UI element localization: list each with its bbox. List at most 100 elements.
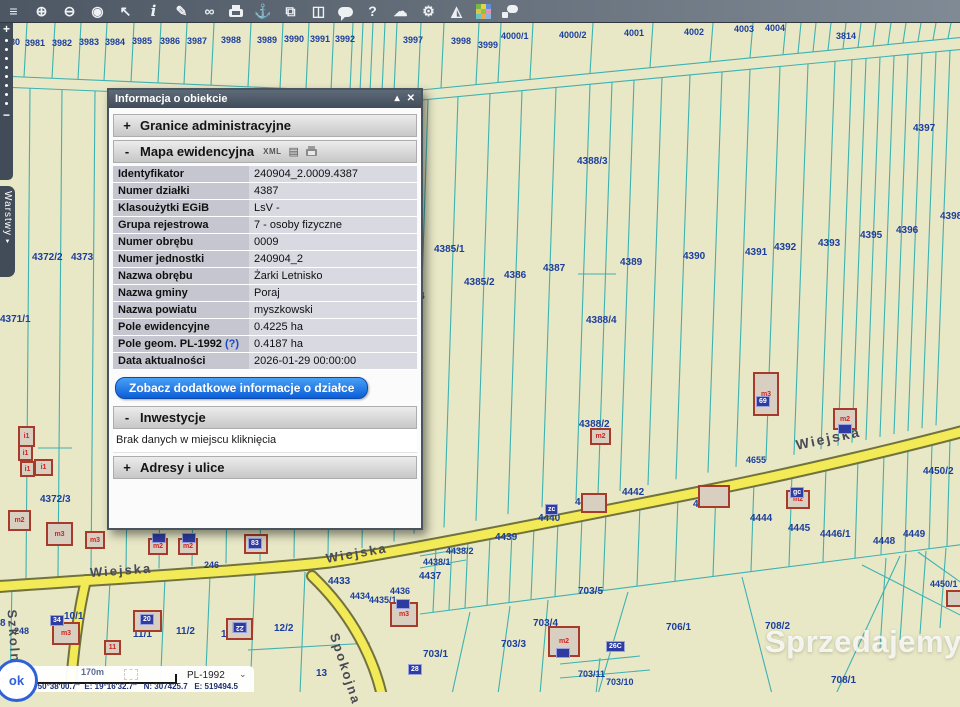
address-plate xyxy=(152,533,166,543)
anchor-icon[interactable]: ⚓ xyxy=(254,2,271,20)
parcel-label: 3985 xyxy=(132,36,152,46)
draw-measure-icon[interactable]: ✎ xyxy=(173,2,190,20)
parcel-label: 4371/1 xyxy=(0,314,31,325)
parcel-label: 4385/2 xyxy=(464,277,495,288)
chevron-down-icon: ▼ xyxy=(5,239,11,245)
section-granice-administracyjne[interactable]: + Granice administracyjne xyxy=(113,114,417,137)
more-info-button[interactable]: Zobacz dodatkowe informacje o działce xyxy=(115,377,368,399)
no-data-message: Brak danych w miejscu kliknięcia xyxy=(113,429,417,453)
pointer-icon[interactable]: ↖ xyxy=(117,2,134,20)
info-row: Numer obrębu0009 xyxy=(113,234,417,251)
address-plate: 34 xyxy=(50,615,64,626)
parcel-label: 3991 xyxy=(310,34,330,44)
address-plate: 83 xyxy=(248,538,262,549)
info-row: Klasoużytki EGiBLsV - xyxy=(113,200,417,217)
building-icon: i1 xyxy=(34,459,53,476)
parcel-label: 4438/2 xyxy=(446,546,474,556)
parcel-label: 3998 xyxy=(451,36,471,46)
parcel-label: 4395 xyxy=(860,230,882,241)
layers-tab-label: Warstwy xyxy=(2,191,13,236)
select-area-icon[interactable]: ◉ xyxy=(89,2,106,20)
parcel-label: 12/2 xyxy=(274,623,293,634)
info-row: Nazwa gminyPoraj xyxy=(113,285,417,302)
prism-icon[interactable]: ◭ xyxy=(448,2,465,20)
xml-link[interactable]: XML xyxy=(263,147,281,156)
parcel-label: 4445 xyxy=(788,523,810,534)
parcel-label: 4000/2 xyxy=(559,30,587,40)
parcel-label: 13 xyxy=(316,668,327,679)
parcel-label: 4388/3 xyxy=(577,156,608,167)
print-icon[interactable] xyxy=(306,149,317,156)
info-icon[interactable]: i xyxy=(145,2,162,20)
watermark: Sprzedajemy.pl xyxy=(765,624,960,660)
parcel-label: 4389 xyxy=(620,257,642,268)
parcel-label: 4000/1 xyxy=(501,31,529,41)
address-plate: 69 xyxy=(756,396,770,407)
zoom-out-button[interactable]: − xyxy=(3,108,10,122)
parcel-label: 703/1 xyxy=(423,649,448,660)
window-body: + Granice administracyjne - Mapa ewidenc… xyxy=(109,108,421,528)
parcel-label: 703/3 xyxy=(501,639,526,650)
settings-icon[interactable]: ⚙ xyxy=(420,2,437,20)
parcel-label: 4387 xyxy=(543,263,565,274)
section-adresy-i-ulice[interactable]: + Adresy i ulice xyxy=(113,456,417,479)
info-row: Pole ewidencyjne0.4225 ha xyxy=(113,319,417,336)
building-icon: i1 xyxy=(20,461,35,477)
parcel-label: 4444 xyxy=(750,513,772,524)
parcel-label: 4397 xyxy=(913,123,935,134)
parcel-label: 706/1 xyxy=(666,622,691,633)
help-link[interactable]: (?) xyxy=(222,338,239,350)
cloud-download-icon[interactable]: ☁ xyxy=(392,2,409,20)
parcel-label: 3814 xyxy=(836,31,856,41)
list-icon[interactable]: ▤ xyxy=(289,145,299,158)
parcel-label: 4439 xyxy=(495,532,517,543)
building-icon: 11 xyxy=(104,640,121,655)
help-icon[interactable]: ? xyxy=(364,2,381,20)
parcel-label: 4373 xyxy=(71,252,93,263)
parcel-label: 3984 xyxy=(105,37,125,47)
parcel-label: 4386 xyxy=(504,270,526,281)
ok-badge: ok xyxy=(0,659,38,702)
section-inwestycje[interactable]: - Inwestycje xyxy=(113,406,417,429)
collapse-icon[interactable]: ▴ xyxy=(395,94,400,104)
parcel-label: 4385/1 xyxy=(434,244,465,255)
chevron-down-icon[interactable]: ⌄ xyxy=(239,669,247,680)
feedback-icon[interactable] xyxy=(502,5,518,18)
scale-label: 170m xyxy=(81,667,104,677)
layers-icon[interactable]: ≡ xyxy=(5,2,22,20)
parcel-label: 4446/1 xyxy=(820,529,851,540)
zoom-in-button[interactable]: + xyxy=(3,22,10,36)
parcel-label: 4392 xyxy=(774,242,796,253)
address-plate: 22 xyxy=(233,622,247,633)
info-row: Numer działki4387 xyxy=(113,183,417,200)
building-icon: m3 xyxy=(85,531,105,549)
link-icon[interactable]: ∞ xyxy=(201,2,218,20)
comment-icon[interactable] xyxy=(338,7,353,17)
building-icon xyxy=(581,493,607,513)
parcel-label: 4004 xyxy=(765,23,785,33)
parcel-label: 4390 xyxy=(683,251,705,262)
parcel-label: 11/2 xyxy=(176,626,195,637)
address-plate: 26C xyxy=(606,641,625,652)
zoom-out-icon[interactable]: ⊖ xyxy=(61,2,78,20)
parcel-label: 3982 xyxy=(52,38,72,48)
section-mapa-ewidencyjna[interactable]: - Mapa ewidencyjna XML ▤ xyxy=(113,140,417,163)
building-icon: m2 xyxy=(590,428,611,445)
address-plate: zc xyxy=(545,504,558,515)
watermark-text: Sprzedajemy xyxy=(765,624,960,659)
copy-window-icon[interactable]: ⧉ xyxy=(282,2,299,20)
parcel-label: 4391 xyxy=(745,247,767,258)
parcel-label: 4372/2 xyxy=(32,252,63,263)
legend-icon[interactable] xyxy=(476,4,491,19)
building-icon xyxy=(698,485,730,508)
layout-icon[interactable]: ◫ xyxy=(310,2,327,20)
print-icon[interactable] xyxy=(229,9,243,17)
window-titlebar[interactable]: Informacja o obiekcie ▴ ✕ xyxy=(109,90,421,108)
zoom-slider[interactable]: + − xyxy=(0,22,13,180)
crs-select[interactable]: PL-1992 xyxy=(187,670,225,681)
layers-panel-tab[interactable]: Warstwy ▼ xyxy=(0,186,15,277)
zoom-in-icon[interactable]: ⊕ xyxy=(33,2,50,20)
close-icon[interactable]: ✕ xyxy=(407,94,415,104)
parcel-label: 3997 xyxy=(403,35,423,45)
parcel-label: 3990 xyxy=(284,34,304,44)
